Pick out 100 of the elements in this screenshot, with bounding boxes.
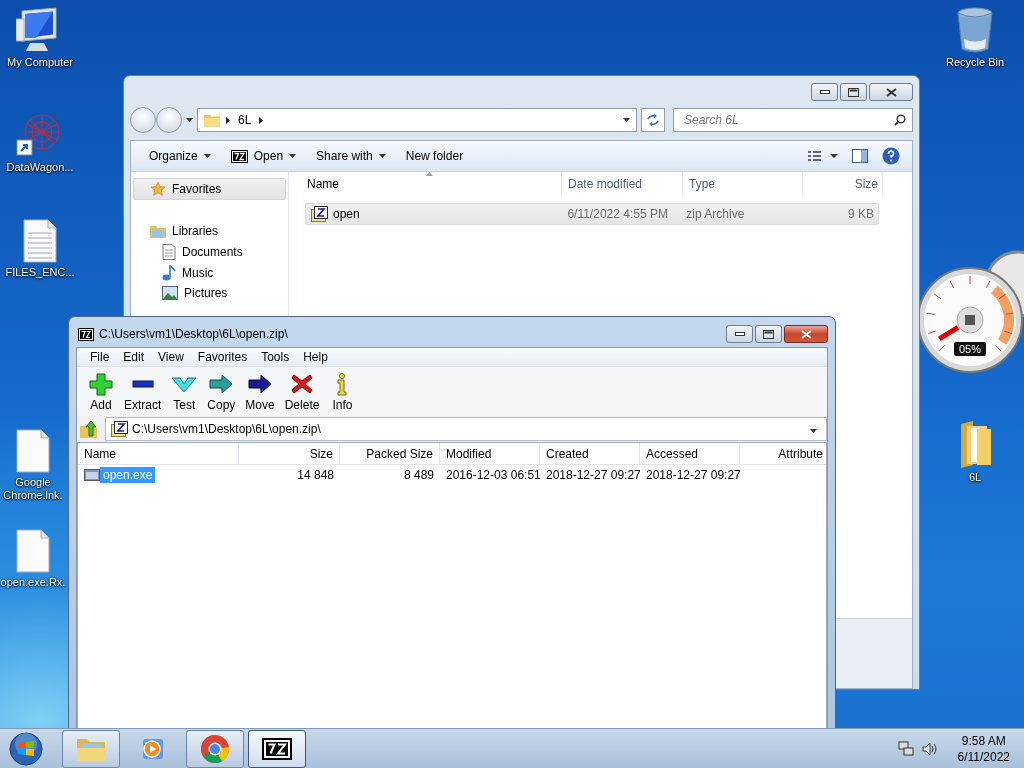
table-cell-text: 2018-12-27 09:27 [545, 468, 640, 482]
network-icon[interactable] [897, 741, 914, 757]
exe-file-icon [84, 469, 100, 481]
size-cell-text: 9 KB [847, 207, 875, 221]
column-header[interactable]: Packed Size [340, 443, 440, 464]
desktop-icon-label[interactable]: Google Chrome.lnk. [0, 476, 66, 502]
column-header[interactable]: Attribute [740, 443, 826, 464]
address-bar[interactable]: 6L [197, 108, 637, 132]
clock-time[interactable]: 9:58 AM [961, 733, 1006, 749]
minimize-icon [819, 90, 830, 94]
column-header[interactable]: Name [78, 443, 239, 464]
help-icon[interactable] [882, 147, 900, 165]
speaker-icon[interactable] [921, 741, 938, 757]
column-header[interactable]: Date modified [562, 172, 683, 196]
music-note-icon [162, 264, 176, 281]
picture-icon [162, 286, 178, 300]
preview-pane-icon[interactable] [852, 149, 868, 163]
maximize-icon [763, 329, 774, 339]
blank-file-icon[interactable] [15, 429, 51, 473]
caret-icon [810, 429, 817, 433]
column-header[interactable]: Name [301, 172, 562, 196]
maximize-button[interactable] [755, 325, 782, 343]
sidebar-item[interactable]: Libraries [133, 220, 286, 241]
menu-item[interactable]: Edit [116, 348, 152, 366]
taskbar-button[interactable] [248, 730, 306, 768]
file-name-cell: open [306, 206, 563, 222]
sidebar-item[interactable]: Documents [133, 241, 286, 262]
minimize-icon [734, 332, 745, 336]
desktop-icon-label[interactable]: My Computer [7, 56, 73, 69]
toolbar-button[interactable]: Add [83, 372, 119, 412]
clock-date[interactable]: 6/11/2022 [957, 749, 1010, 765]
archive-icon [111, 421, 128, 437]
maximize-icon [848, 87, 859, 97]
blank-file-icon[interactable] [15, 529, 51, 573]
file-row[interactable]: open 6/11/2022 4:55 PM zip Archive 9 KB [305, 203, 879, 225]
sidebar-item[interactable]: Pictures [133, 283, 286, 303]
close-icon [800, 329, 812, 339]
window-title: C:\Users\vm1\Desktop\6L\open.zip\ [99, 327, 288, 341]
search-icon [894, 114, 906, 126]
close-button[interactable] [869, 83, 913, 101]
desktop-icon-label[interactable]: Recycle Bin [945, 56, 1005, 69]
menu-item[interactable]: File [83, 348, 117, 366]
toolbar-button[interactable]: Test [166, 372, 203, 412]
toolbar-button[interactable]: Extract [119, 372, 167, 412]
desktop-icon-label[interactable]: FILES_ENC... [5, 266, 75, 279]
close-icon [885, 87, 897, 97]
folder-icon [204, 113, 220, 127]
address-bar[interactable]: C:\Users\vm1\Desktop\6L\open.zip\ [105, 417, 827, 441]
7z-icon [78, 327, 94, 341]
refresh-icon [646, 114, 660, 126]
toolbar-button[interactable]: Open [220, 143, 307, 169]
maximize-button[interactable] [840, 83, 867, 101]
chevron-icon [226, 116, 230, 124]
table-cell-text: 8 489 [402, 468, 435, 482]
document-icon [162, 243, 176, 260]
toolbar-button[interactable]: Copy [202, 372, 241, 412]
menu-item[interactable]: Tools [254, 348, 297, 366]
date-cell-text: 6/11/2022 4:55 PM [566, 207, 669, 221]
desktop-icon-label[interactable]: DataWagon... [6, 161, 74, 174]
column-header[interactable]: Type [683, 172, 803, 196]
star-icon [150, 181, 166, 197]
table-cell-text: 2018-12-27 09:27 [645, 468, 740, 482]
search-box[interactable]: Search 6L [673, 108, 913, 132]
refresh-button[interactable] [641, 108, 665, 132]
column-header[interactable]: Modified [440, 443, 540, 464]
folder-icon [76, 736, 106, 762]
menu-item[interactable]: Help [296, 348, 335, 366]
toolbar-button[interactable]: Delete [279, 372, 325, 412]
browser-icon [200, 734, 230, 764]
column-header[interactable]: Accessed [640, 443, 740, 464]
desktop-icon-label[interactable]: 6L [968, 471, 982, 484]
minimize-button[interactable] [726, 325, 753, 343]
history-caret-icon [186, 118, 193, 122]
arrow-icon [247, 372, 274, 396]
menu-item[interactable]: Favorites [190, 348, 255, 366]
column-header[interactable]: Size [239, 443, 340, 464]
toolbar-button[interactable]: New folder [395, 143, 474, 169]
text-file-icon[interactable] [22, 219, 58, 263]
close-button[interactable] [784, 325, 828, 343]
media-player-icon [140, 736, 166, 762]
column-header[interactable]: Created [540, 443, 640, 464]
menu-item[interactable]: View [151, 348, 191, 366]
toolbar-button[interactable]: Share with [306, 143, 396, 169]
breadcrumb[interactable]: 6L [236, 113, 254, 127]
toolbar-button[interactable]: Info [324, 372, 361, 412]
trash-bin-icon[interactable] [956, 7, 994, 53]
plus-icon [88, 372, 114, 396]
archive-icon [311, 206, 328, 222]
sidebar-item[interactable]: Favorites [133, 178, 286, 200]
toolbar-button[interactable]: Move [240, 372, 280, 412]
7z-icon [230, 149, 248, 163]
table-cell-text: 2016-12-03 06:51 [445, 468, 540, 482]
table-cell-text: 14 848 [296, 468, 335, 482]
toolbar-button[interactable]: Organize [139, 143, 221, 169]
view-icon[interactable] [808, 151, 838, 161]
arrow-icon [208, 372, 235, 396]
sidebar-item[interactable]: Music [133, 262, 286, 283]
column-header[interactable]: Size [803, 172, 883, 196]
gauge-reading: 05% [954, 342, 987, 356]
minimize-button[interactable] [811, 83, 838, 101]
